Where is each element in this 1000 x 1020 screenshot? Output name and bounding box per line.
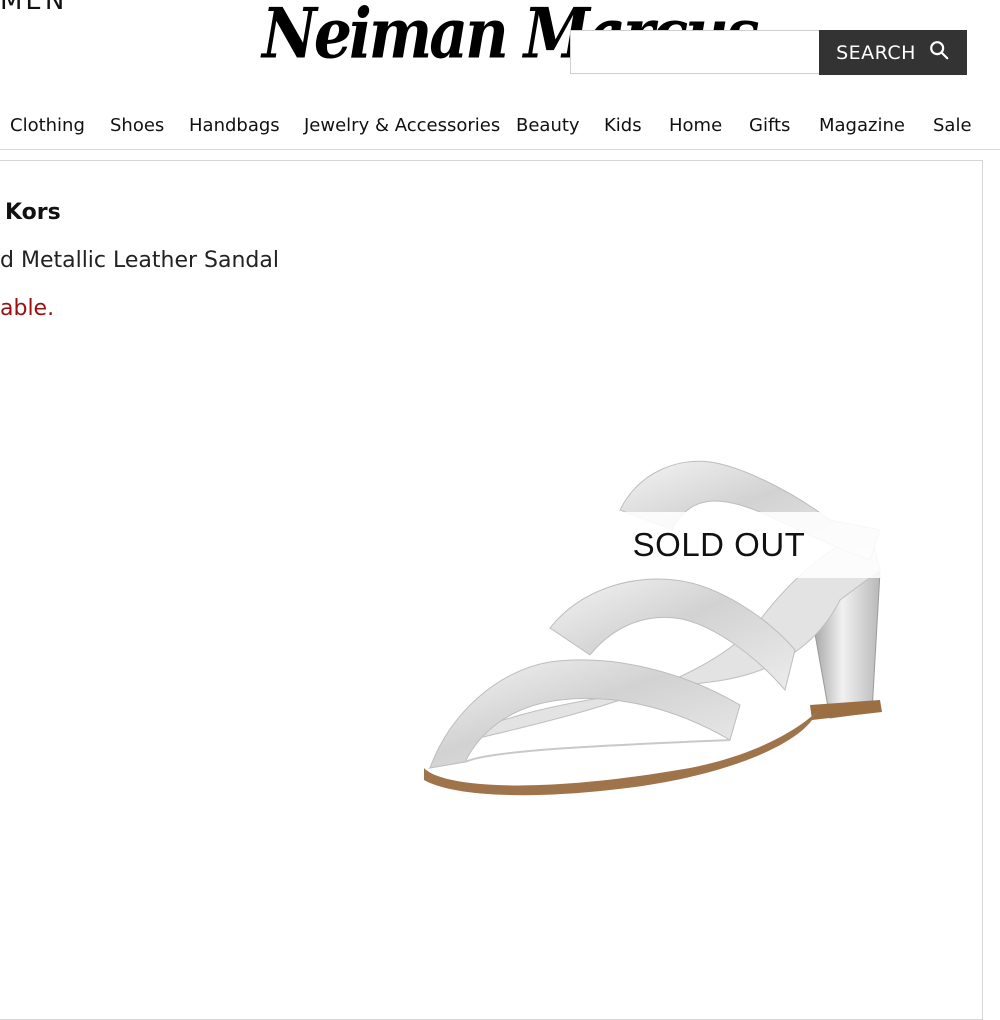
nav-item-beauty[interactable]: Beauty bbox=[516, 115, 580, 136]
main-navigation: Clothing Shoes Handbags Jewelry & Access… bbox=[0, 104, 1000, 150]
nav-item-home[interactable]: Home bbox=[669, 115, 722, 136]
product-brand[interactable]: Kors bbox=[5, 200, 61, 225]
nav-item-handbags[interactable]: Handbags bbox=[189, 115, 280, 136]
nav-item-clothing[interactable]: Clothing bbox=[10, 115, 85, 136]
nav-item-jewelry-accessories[interactable]: Jewelry & Accessories bbox=[304, 115, 500, 136]
nav-item-magazine[interactable]: Magazine bbox=[819, 115, 905, 136]
nav-item-kids[interactable]: Kids bbox=[604, 115, 642, 136]
nav-item-shoes[interactable]: Shoes bbox=[110, 115, 164, 136]
product-image[interactable] bbox=[410, 450, 900, 810]
nav-item-gifts[interactable]: Gifts bbox=[749, 115, 790, 136]
search-button[interactable]: SEARCH bbox=[819, 30, 967, 75]
sold-out-overlay: SOLD OUT bbox=[552, 512, 890, 578]
search-input[interactable] bbox=[570, 30, 819, 74]
search-button-label: SEARCH bbox=[836, 41, 916, 64]
top-left-nav-label[interactable]: MEN bbox=[0, 0, 67, 16]
availability-message: able. bbox=[0, 296, 55, 321]
nav-item-sale[interactable]: Sale bbox=[933, 115, 972, 136]
sold-out-label: SOLD OUT bbox=[632, 526, 806, 563]
search-icon bbox=[928, 39, 950, 66]
product-name: d Metallic Leather Sandal bbox=[0, 248, 279, 273]
